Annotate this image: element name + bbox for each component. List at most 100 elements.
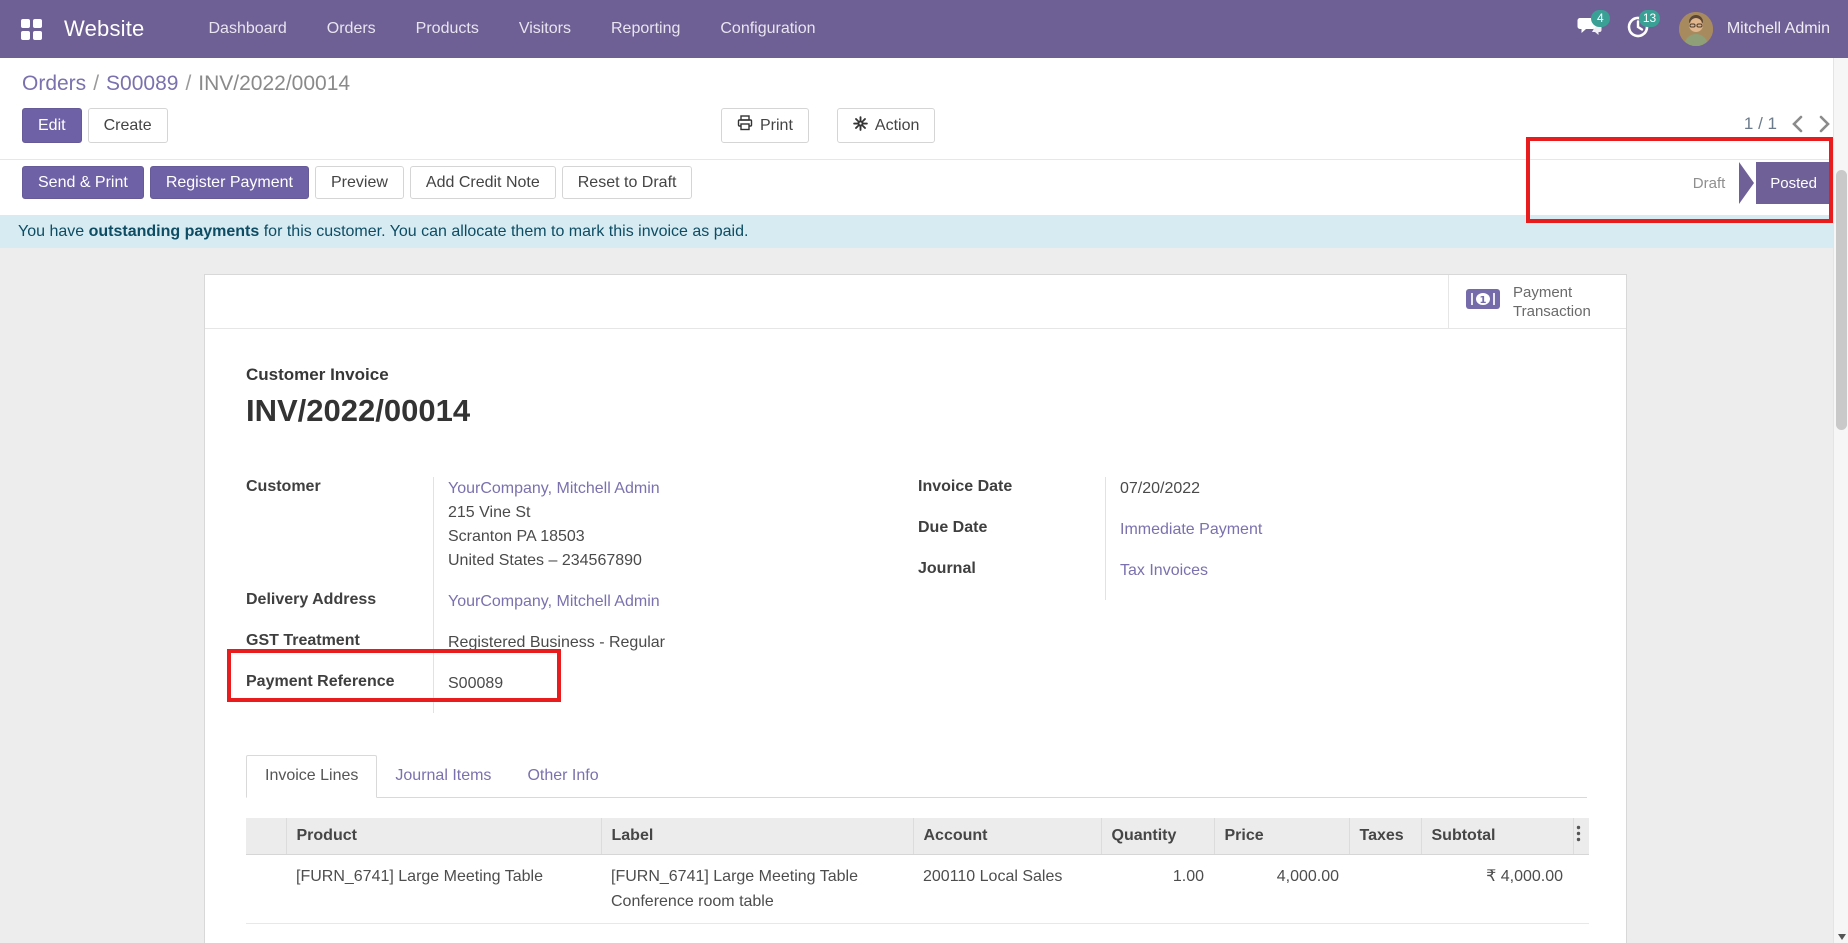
tab-invoice-lines[interactable]: Invoice Lines	[246, 755, 377, 798]
breadcrumb-current: INV/2022/00014	[198, 72, 350, 95]
status-draft[interactable]: Draft	[1693, 175, 1726, 192]
row-label-line2: Conference room table	[611, 893, 774, 910]
breadcrumb-s00089[interactable]: S00089	[106, 72, 178, 95]
document-number: INV/2022/00014	[246, 393, 1587, 429]
edit-button[interactable]: Edit	[22, 108, 82, 143]
pager-previous-icon[interactable]	[1791, 115, 1804, 133]
breadcrumb-separator: /	[86, 72, 106, 95]
breadcrumb: Orders/S00089/INV/2022/00014	[0, 58, 1848, 100]
outstanding-payments-banner: You have outstanding payments for this c…	[0, 215, 1848, 248]
customer-address-line1: 215 Vine St	[448, 504, 530, 521]
row-label-line1: [FURN_6741] Large Meeting Table	[611, 868, 858, 885]
optional-columns-icon[interactable]	[1573, 818, 1589, 855]
tab-journal-items[interactable]: Journal Items	[377, 756, 509, 797]
row-subtotal-cell: ₹ 4,000.00	[1421, 855, 1573, 924]
action-buttons-row: Send & Print Register Payment Preview Ad…	[0, 159, 1848, 205]
pager-next-icon[interactable]	[1818, 115, 1831, 133]
nav-item-products[interactable]: Products	[396, 0, 499, 58]
breadcrumb-separator: /	[178, 72, 198, 95]
create-button[interactable]: Create	[88, 108, 168, 143]
scrollbar-thumb[interactable]	[1836, 170, 1847, 430]
nav-item-dashboard[interactable]: Dashboard	[188, 0, 306, 58]
column-price[interactable]: Price	[1214, 818, 1349, 855]
row-product-cell: [FURN_6741] Large Meeting Table	[286, 855, 601, 924]
app-brand[interactable]: Website	[64, 16, 144, 42]
user-menu[interactable]: Mitchell Admin	[1727, 20, 1830, 38]
activities-button[interactable]: 13	[1617, 0, 1659, 58]
column-quantity[interactable]: Quantity	[1101, 818, 1214, 855]
nav-item-configuration[interactable]: Configuration	[700, 0, 835, 58]
notebook-tabs: Invoice Lines Journal Items Other Info	[246, 754, 1587, 798]
invoice-sheet: 1 Payment Transaction Customer Invoice I…	[204, 274, 1627, 943]
status-arrow-icon	[1739, 162, 1754, 204]
row-handle-cell	[246, 855, 286, 924]
nav-item-visitors[interactable]: Visitors	[499, 0, 591, 58]
column-subtotal[interactable]: Subtotal	[1421, 818, 1573, 855]
user-avatar[interactable]	[1679, 12, 1713, 46]
banner-text-suffix: for this customer. You can allocate them…	[259, 223, 748, 240]
pager-value: 1 / 1	[1744, 114, 1777, 134]
row-price-cell: 4,000.00	[1214, 855, 1349, 924]
column-taxes[interactable]: Taxes	[1349, 818, 1421, 855]
nav-item-reporting[interactable]: Reporting	[591, 0, 700, 58]
payment-reference-label: Payment Reference	[246, 672, 433, 713]
invoice-lines-table: Product Label Account Quantity Price Tax…	[246, 818, 1589, 924]
journal-label: Journal	[918, 559, 1105, 600]
field-delivery-address: Delivery Address YourCompany, Mitchell A…	[246, 590, 918, 631]
control-panel: Orders/S00089/INV/2022/00014 Edit Create…	[0, 58, 1848, 248]
banner-text-bold: outstanding payments	[89, 223, 260, 240]
print-button[interactable]: Print	[721, 108, 809, 143]
reset-to-draft-button[interactable]: Reset to Draft	[562, 166, 693, 199]
messages-count-badge: 4	[1591, 10, 1610, 27]
field-invoice-date: Invoice Date 07/20/2022	[918, 477, 1587, 518]
row-taxes-cell	[1349, 855, 1421, 924]
field-gst-treatment: GST Treatment Registered Business - Regu…	[246, 631, 918, 672]
add-credit-note-button[interactable]: Add Credit Note	[410, 166, 556, 199]
due-date-label: Due Date	[918, 518, 1105, 559]
payment-transaction-stat-button[interactable]: 1 Payment Transaction	[1448, 275, 1626, 328]
vertical-scrollbar[interactable]	[1833, 58, 1848, 943]
scrollbar-down-arrow-icon[interactable]	[1838, 934, 1846, 940]
nav-item-orders[interactable]: Orders	[307, 0, 396, 58]
payment-reference-value: S00089	[448, 675, 503, 692]
messages-button[interactable]: 4	[1569, 0, 1611, 58]
row-quantity-cell: 1.00	[1101, 855, 1214, 924]
stat-button-label-line1: Payment	[1513, 284, 1572, 301]
stat-button-label-line2: Transaction	[1513, 303, 1591, 320]
action-button-label: Action	[875, 117, 919, 135]
gear-icon	[853, 116, 868, 136]
customer-link[interactable]: YourCompany, Mitchell Admin	[448, 480, 660, 497]
column-label[interactable]: Label	[601, 818, 913, 855]
field-customer: Customer YourCompany, Mitchell Admin 215…	[246, 477, 918, 590]
column-product[interactable]: Product	[286, 818, 601, 855]
customer-label: Customer	[246, 477, 433, 590]
form-view-area: 1 Payment Transaction Customer Invoice I…	[0, 250, 1833, 943]
svg-text:1: 1	[1480, 295, 1487, 306]
send-print-button[interactable]: Send & Print	[22, 166, 144, 199]
apps-menu-icon[interactable]	[14, 12, 48, 46]
delivery-address-label: Delivery Address	[246, 590, 433, 631]
tab-other-info[interactable]: Other Info	[509, 756, 616, 797]
top-navbar: Website Dashboard Orders Products Visito…	[0, 0, 1848, 58]
due-date-link[interactable]: Immediate Payment	[1120, 521, 1262, 538]
row-account-cell: 200110 Local Sales	[913, 855, 1101, 924]
activities-count-badge: 13	[1639, 10, 1660, 27]
preview-button[interactable]: Preview	[315, 166, 404, 199]
print-button-label: Print	[760, 117, 793, 135]
field-due-date: Due Date Immediate Payment	[918, 518, 1587, 559]
document-type-label: Customer Invoice	[246, 365, 1587, 385]
field-payment-reference: Payment Reference S00089	[246, 672, 918, 713]
breadcrumb-orders[interactable]: Orders	[22, 72, 86, 95]
journal-link[interactable]: Tax Invoices	[1120, 562, 1208, 579]
field-journal: Journal Tax Invoices	[918, 559, 1587, 600]
status-posted: Posted	[1756, 162, 1831, 204]
customer-address-line2: Scranton PA 18503	[448, 528, 585, 545]
column-account[interactable]: Account	[913, 818, 1101, 855]
column-handle	[246, 818, 286, 855]
row-label-cell: [FURN_6741] Large Meeting Table Conferen…	[601, 855, 913, 924]
register-payment-button[interactable]: Register Payment	[150, 166, 309, 199]
delivery-address-link[interactable]: YourCompany, Mitchell Admin	[448, 593, 660, 610]
action-button[interactable]: Action	[837, 108, 935, 143]
invoice-line-row[interactable]: [FURN_6741] Large Meeting Table [FURN_67…	[246, 855, 1589, 924]
statusbar: Draft Posted	[1693, 162, 1831, 204]
